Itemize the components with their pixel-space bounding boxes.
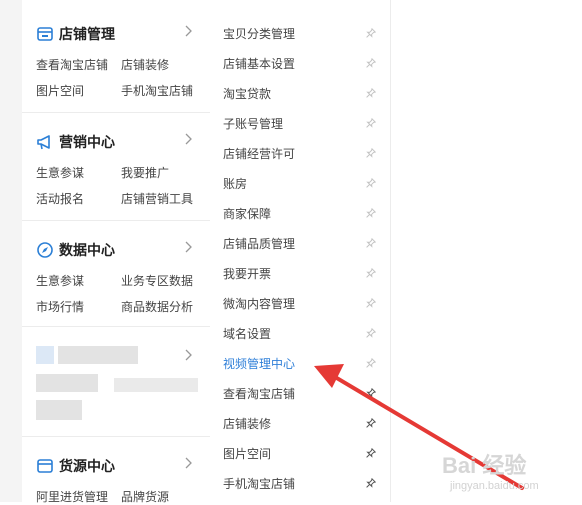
annotation-arrow <box>314 364 524 490</box>
watermark-logo: Bai 经验 <box>442 453 527 478</box>
watermark-url: jingyan.baidu.com <box>450 480 539 492</box>
watermark: Bai 经验 jingyan.baidu.com <box>440 448 582 502</box>
